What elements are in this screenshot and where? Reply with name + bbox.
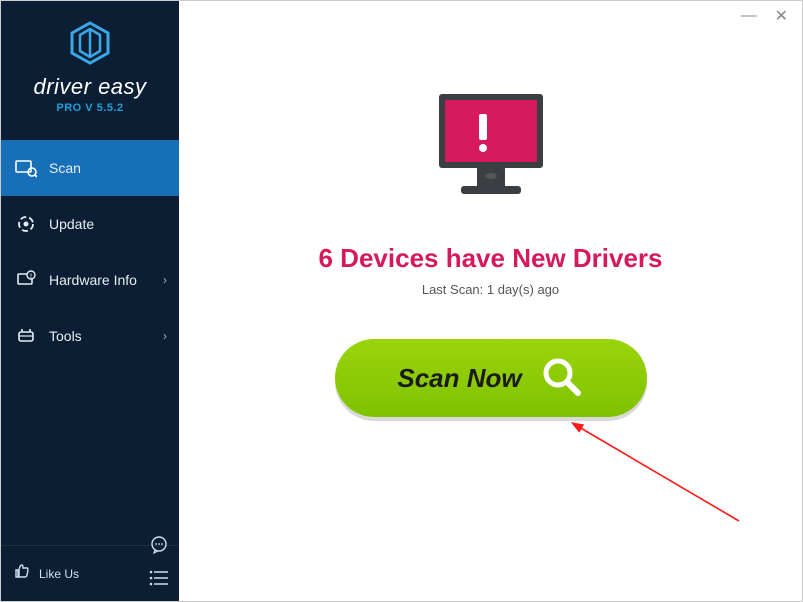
sidebar-item-scan[interactable]: Scan — [1, 140, 179, 196]
last-scan-text: Last Scan: 1 day(s) ago — [422, 282, 559, 297]
close-button[interactable]: ✕ — [775, 6, 788, 26]
hardware-info-icon: ! — [15, 269, 37, 291]
thumbs-up-icon — [13, 562, 31, 585]
minimize-button[interactable]: — — [741, 7, 757, 25]
like-us-button[interactable]: Like Us — [13, 562, 167, 585]
chevron-right-icon: › — [163, 329, 167, 343]
logo-block: driver easy PRO V 5.5.2 — [1, 1, 179, 124]
scan-now-button[interactable]: Scan Now — [335, 339, 647, 417]
sidebar-footer: Like Us — [1, 545, 179, 601]
update-icon — [15, 213, 37, 235]
magnifier-icon — [540, 355, 584, 402]
brand-name: driver easy — [1, 74, 179, 100]
sidebar-item-hardware-info[interactable]: ! Hardware Info › — [1, 252, 179, 308]
sidebar: driver easy PRO V 5.5.2 Scan — [1, 1, 179, 601]
sidebar-item-label: Hardware Info — [49, 272, 137, 288]
scan-now-label: Scan Now — [397, 363, 521, 394]
feedback-icon[interactable] — [149, 535, 169, 560]
menu-icon[interactable] — [149, 570, 169, 591]
chevron-right-icon: › — [163, 273, 167, 287]
sidebar-item-label: Tools — [49, 328, 82, 344]
sidebar-item-update[interactable]: Update — [1, 196, 179, 252]
svg-text:!: ! — [30, 274, 32, 280]
app-version: PRO V 5.5.2 — [1, 102, 179, 114]
status-title: 6 Devices have New Drivers — [319, 243, 663, 274]
scan-icon — [15, 157, 37, 179]
tools-icon — [15, 325, 37, 347]
annotation-arrow — [559, 421, 759, 541]
monitor-alert-icon — [421, 86, 561, 221]
sidebar-item-tools[interactable]: Tools › — [1, 308, 179, 364]
sidebar-item-label: Scan — [49, 160, 81, 176]
main-panel: 6 Devices have New Drivers Last Scan: 1 … — [179, 1, 802, 601]
sidebar-nav: Scan Update ! — [1, 140, 179, 364]
app-logo-icon — [66, 19, 114, 72]
sidebar-item-label: Update — [49, 216, 94, 232]
like-us-label: Like Us — [39, 567, 79, 581]
